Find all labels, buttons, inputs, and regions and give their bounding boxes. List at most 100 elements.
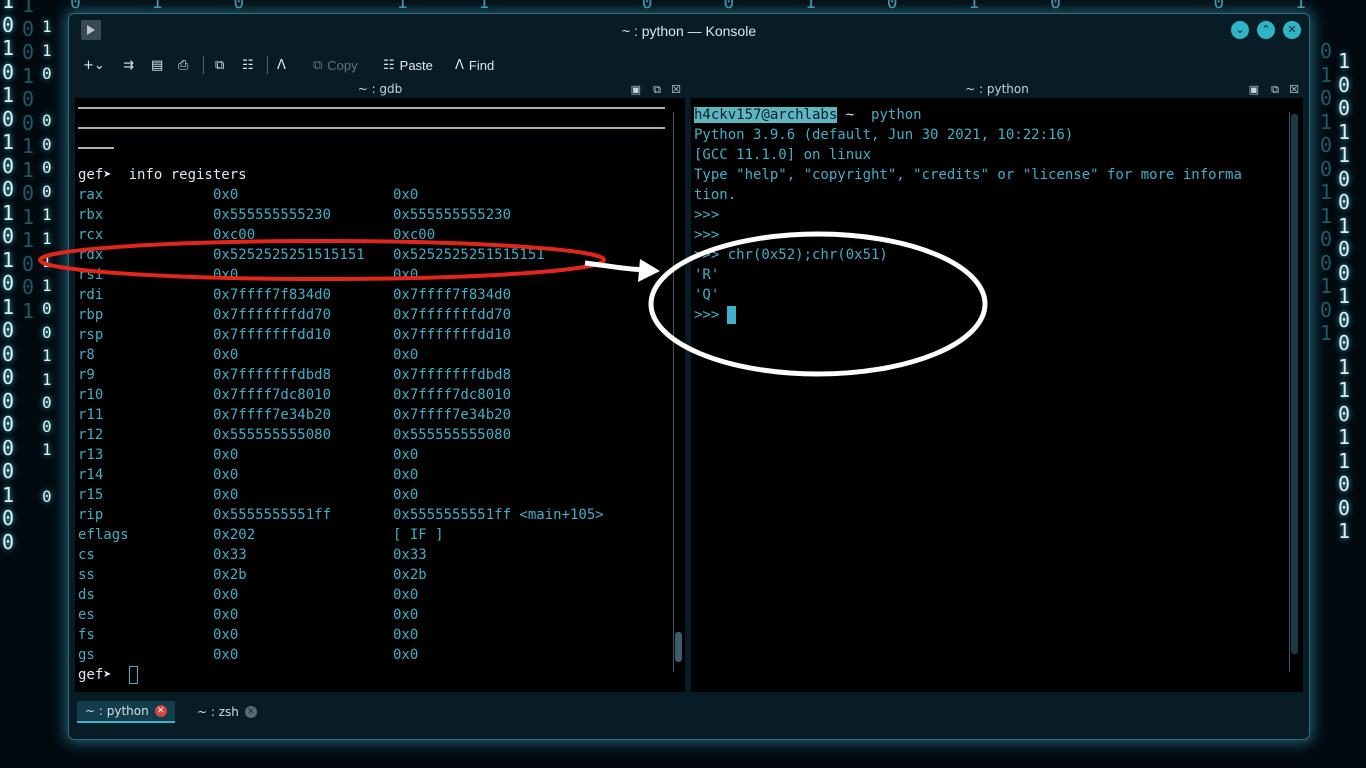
find-icon: Λ	[455, 57, 464, 73]
shell-prompt-line: h4ckv157@archlabs ~ python	[694, 105, 922, 125]
toolbar-divider	[267, 56, 268, 74]
python-line-text: >>>	[694, 207, 720, 223]
register-hex: 0x7ffff7f834d0	[213, 287, 332, 303]
layout-button[interactable]: ▤	[151, 55, 163, 75]
maximize-pane-icon[interactable]: ▣	[1249, 83, 1259, 96]
register-hex: 0x202	[213, 527, 256, 543]
register-hex: 0x7ffff7e34b20	[213, 407, 332, 423]
maximize-pane-icon[interactable]: ▣	[631, 83, 641, 96]
register-name: rbp	[78, 307, 104, 323]
tab-bar: ~ : python ✕ ~ : zsh ✕	[69, 697, 1309, 727]
find-icon-button[interactable]: Λ	[277, 55, 286, 75]
gdb-pane-header: ~ : gdb ▣ ⧉ ☒	[75, 82, 685, 98]
tab-zsh[interactable]: ~ : zsh ✕	[189, 701, 265, 723]
copy-button[interactable]: ⧉ Copy	[313, 55, 358, 75]
title-bar[interactable]: ~ : python — Konsole ⌄ ⌃ ✕	[69, 14, 1309, 48]
register-hex: 0x0	[213, 627, 239, 643]
paste-button[interactable]: ☷ Paste	[383, 55, 433, 75]
python-scrollbar[interactable]	[1289, 112, 1299, 672]
gdb-scrollbar[interactable]	[673, 112, 683, 672]
register-hex: 0x555555555230	[213, 207, 332, 223]
maximize-button[interactable]: ⌃	[1257, 21, 1275, 39]
new-tab-button[interactable]: +⌄	[83, 55, 105, 75]
prompt-separator: ~	[837, 107, 863, 123]
register-name: rsi	[78, 267, 104, 283]
copy-label: Copy	[327, 57, 358, 73]
register-hex: 0x0	[213, 267, 239, 283]
detach-pane-icon[interactable]: ⧉	[1271, 83, 1279, 97]
python-output-line: >>>	[694, 225, 719, 245]
print-button[interactable]: ⎙	[178, 55, 188, 75]
plus-icon: +⌄	[83, 57, 105, 73]
clipboard-icon: ☷	[242, 57, 254, 73]
copy-icon-button[interactable]: ⧉	[215, 55, 224, 75]
find-button[interactable]: Λ Find	[455, 55, 494, 75]
register-value: 0x7ffff7f834d0	[393, 287, 512, 303]
register-name: r9	[78, 367, 95, 383]
register-value: 0x0	[393, 267, 419, 283]
register-hex: 0x0	[213, 487, 239, 503]
register-name: r13	[78, 447, 104, 463]
gef-separator	[78, 127, 665, 129]
register-value: 0x555555555230	[393, 207, 512, 223]
chevron-down-icon: ⌄	[1235, 23, 1245, 36]
close-tab-icon[interactable]: ✕	[154, 705, 167, 717]
register-name: rcx	[78, 227, 104, 243]
toolbar-divider	[203, 56, 204, 74]
register-name: r15	[78, 487, 104, 503]
register-value: [ IF ]	[393, 527, 444, 543]
python-line-text: [GCC 11.1.0] on linux	[694, 147, 872, 163]
register-hex: 0x7fffffffdd70	[213, 307, 332, 323]
matrix-column: 1 0 0 1 0 0 1 1 0 1 1 0 0 1	[22, 0, 35, 323]
gdb-prompt-line: gef➤	[78, 665, 138, 685]
register-value: 0x5555555551ff <main+105>	[393, 507, 604, 523]
matrix-column: 1 0 0 1 1 0 0 1 0 0 1 0 0 1 1 0 1 1 0 0 …	[1338, 49, 1351, 543]
python-pane[interactable]: ~ : python ▣ ⧉ ☒ h4ckv157@archlabs ~ pyt…	[691, 82, 1303, 692]
gdb-cursor	[128, 666, 138, 684]
arch-icon: Λ	[277, 57, 286, 73]
gdb-scrollbar-thumb[interactable]	[675, 632, 682, 662]
detach-pane-icon[interactable]: ⧉	[653, 83, 661, 97]
close-tab-icon[interactable]: ✕	[244, 706, 257, 718]
register-hex: 0x555555555080	[213, 427, 332, 443]
register-hex: 0x7fffffffdbd8	[213, 367, 332, 383]
gdb-pane-title: ~ : gdb	[357, 82, 403, 96]
copy-icon: ⧉	[215, 57, 225, 73]
python-terminal[interactable]: h4ckv157@archlabs ~ python Python 3.9.6 …	[691, 100, 1303, 692]
konsole-window: ~ : python — Konsole ⌄ ⌃ ✕ +⌄ ⇉ ▤ ⎙ ⧉ ☷ …	[68, 13, 1310, 740]
gdb-pane[interactable]: ~ : gdb ▣ ⧉ ☒ gef➤ info registers rax 0x0…	[75, 82, 685, 692]
register-name: rsp	[78, 327, 104, 343]
clipboard-button[interactable]: ☷	[242, 55, 254, 75]
minimize-button[interactable]: ⌄	[1231, 21, 1249, 39]
python-line-text: >>>	[694, 227, 720, 243]
register-value: 0xc00	[393, 227, 436, 243]
register-value: 0x7fffffffdd10	[393, 327, 512, 343]
chevron-up-icon: ⌃	[1261, 23, 1271, 36]
python-output-line: tion.	[694, 185, 736, 205]
matrix-column: 1 1 0 0 0 0 0 1 1 1 1 0 0 1 1 0 0 1 0	[42, 17, 52, 506]
register-name: rdi	[78, 287, 104, 303]
close-pane-icon[interactable]: ☒	[1289, 83, 1299, 96]
tab-label: ~ : zsh	[197, 705, 239, 719]
register-name: rax	[78, 187, 104, 203]
register-hex: 0xc00	[213, 227, 256, 243]
python-line-text: tion.	[694, 187, 737, 203]
tab-python[interactable]: ~ : python ✕	[77, 701, 175, 723]
register-value: 0x0	[393, 647, 419, 663]
register-value: 0x7ffff7e34b20	[393, 407, 512, 423]
python-line-text: Python 3.9.6 (default, Jun 30 2021, 10:2…	[694, 127, 1074, 143]
copy-icon: ⧉	[313, 57, 323, 73]
close-pane-icon[interactable]: ☒	[671, 83, 681, 96]
register-name: gs	[78, 647, 95, 663]
register-hex: 0x7fffffffdd10	[213, 327, 332, 343]
gdb-terminal[interactable]: gef➤ info registers rax 0x0 0x0 rbx 0x555555…	[75, 100, 685, 692]
python-line-text: 'Q'	[694, 287, 720, 303]
python-output-line: >>>	[694, 205, 719, 225]
python-output-line: >>>	[694, 305, 737, 325]
register-value: 0x0	[393, 467, 419, 483]
register-name: fs	[78, 627, 95, 643]
register-name: r10	[78, 387, 104, 403]
register-value: 0x7ffff7dc8010	[393, 387, 512, 403]
split-view-button[interactable]: ⇉	[123, 55, 134, 75]
close-button[interactable]: ✕	[1283, 21, 1301, 39]
